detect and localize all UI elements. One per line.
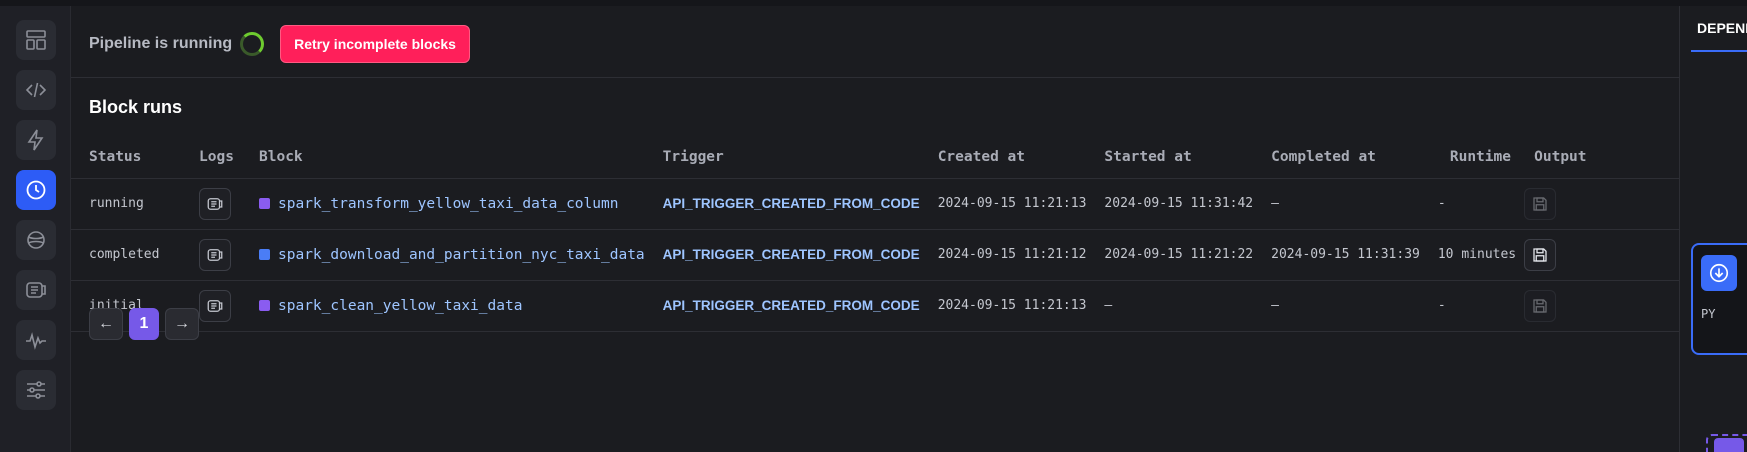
output-cell (1516, 229, 1679, 281)
dependency-graph-node[interactable]: PY (1691, 243, 1747, 355)
column-header-output: Output (1516, 136, 1679, 179)
next-page-button[interactable]: → (165, 308, 199, 340)
trigger-cell: API_TRIGGER_CREATED_FROM_CODE (644, 280, 920, 332)
trigger-link[interactable]: API_TRIGGER_CREATED_FROM_CODE (663, 196, 920, 211)
output-button[interactable] (1524, 238, 1557, 271)
output-button[interactable] (1524, 289, 1557, 322)
block-cell: spark_download_and_partition_nyc_taxi_da… (241, 229, 645, 281)
save-icon (1533, 196, 1547, 211)
block-link[interactable]: spark_download_and_partition_nyc_taxi_da… (278, 247, 645, 263)
runtime-cell: - (1419, 280, 1517, 332)
block-runs-table: Status Logs Block Trigger Created at Sta… (71, 136, 1679, 332)
table-row[interactable]: initial spark_clean_yellow_taxi_data API… (71, 280, 1679, 332)
started-at-cell: – (1086, 280, 1254, 332)
runtime-cell: - (1419, 178, 1517, 230)
main-content: Pipeline is running Retry incomplete blo… (71, 6, 1679, 452)
pulse-icon[interactable] (16, 320, 56, 360)
runtime-cell: 10 minutes (1419, 229, 1517, 281)
block-type-color-icon (259, 198, 270, 209)
trigger-link[interactable]: API_TRIGGER_CREATED_FROM_CODE (663, 247, 920, 262)
column-header-block[interactable]: Block (241, 136, 645, 179)
status-cell: running (71, 178, 181, 230)
block-type-color-icon (259, 300, 270, 311)
block-link[interactable]: spark_transform_yellow_taxi_data_column (278, 196, 618, 212)
started-at-cell: 2024-09-15 11:21:22 (1086, 229, 1254, 281)
logs-cell (181, 229, 241, 281)
column-header-completed-at[interactable]: Completed at (1253, 136, 1420, 179)
table-row[interactable]: completed spark_download_and_partition_n… (71, 229, 1679, 281)
column-header-trigger[interactable]: Trigger (644, 136, 920, 179)
transform-icon (1714, 438, 1744, 452)
retry-incomplete-blocks-button[interactable]: Retry incomplete blocks (280, 25, 470, 63)
block-cell: spark_clean_yellow_taxi_data (241, 280, 645, 332)
logs-icon (207, 248, 223, 261)
column-header-created-at[interactable]: Created at (919, 136, 1087, 179)
block-type-color-icon (259, 249, 270, 260)
section-title: Block runs (89, 97, 183, 117)
lightning-icon[interactable] (16, 120, 56, 160)
trigger-link[interactable]: API_TRIGGER_CREATED_FROM_CODE (663, 298, 920, 313)
created-at-cell: 2024-09-15 11:21:13 (919, 280, 1087, 332)
column-header-logs: Logs (181, 136, 241, 179)
logs-button[interactable] (199, 289, 231, 322)
column-header-status[interactable]: Status (71, 136, 181, 179)
divider (71, 77, 1679, 78)
prev-page-button[interactable]: ← (89, 308, 123, 340)
block-cell: spark_transform_yellow_taxi_data_column (241, 178, 645, 230)
planet-icon[interactable] (16, 220, 56, 260)
created-at-cell: 2024-09-15 11:21:12 (919, 229, 1087, 281)
save-icon (1533, 247, 1547, 262)
started-at-cell: 2024-09-15 11:31:42 (1086, 178, 1254, 230)
output-button[interactable] (1524, 187, 1557, 220)
logs-icon[interactable] (16, 270, 56, 310)
save-icon (1533, 298, 1547, 313)
left-nav-rail (0, 6, 71, 452)
logs-icon (207, 299, 223, 312)
logs-icon (207, 197, 223, 210)
logs-button[interactable] (199, 238, 231, 271)
node-language-label: PY (1701, 307, 1716, 321)
output-cell (1516, 178, 1679, 230)
layout-icon[interactable] (16, 20, 56, 60)
table-header-row: Status Logs Block Trigger Created at Sta… (71, 136, 1679, 179)
sliders-icon[interactable] (16, 370, 56, 410)
code-icon[interactable] (16, 70, 56, 110)
logs-button[interactable] (199, 187, 231, 220)
loading-spinner-icon (240, 32, 265, 56)
clock-icon[interactable] (16, 170, 56, 210)
pipeline-status-text: Pipeline is running (89, 35, 233, 52)
pipeline-status-row: Pipeline is running Retry incomplete blo… (89, 24, 470, 64)
completed-at-cell: – (1253, 178, 1420, 230)
pagination: ← 1 → (89, 308, 199, 340)
completed-at-cell: 2024-09-15 11:31:39 (1253, 229, 1420, 281)
completed-at-cell: – (1253, 280, 1420, 332)
logs-cell (181, 178, 241, 230)
output-cell (1516, 280, 1679, 332)
active-tab-indicator (1691, 50, 1747, 52)
block-link[interactable]: spark_clean_yellow_taxi_data (278, 298, 522, 314)
page-1-button[interactable]: 1 (129, 308, 159, 340)
column-header-started-at[interactable]: Started at (1086, 136, 1254, 179)
trigger-cell: API_TRIGGER_CREATED_FROM_CODE (644, 178, 920, 230)
dependency-panel: DEPEND PY (1680, 6, 1747, 452)
status-cell: completed (71, 229, 181, 281)
column-header-runtime[interactable]: Runtime (1419, 136, 1517, 179)
created-at-cell: 2024-09-15 11:21:13 (919, 178, 1087, 230)
table-row[interactable]: running spark_transform_yellow_taxi_data… (71, 178, 1679, 230)
download-icon (1701, 255, 1737, 291)
tab-dependencies[interactable]: DEPEND (1697, 20, 1747, 36)
trigger-cell: API_TRIGGER_CREATED_FROM_CODE (644, 229, 920, 281)
